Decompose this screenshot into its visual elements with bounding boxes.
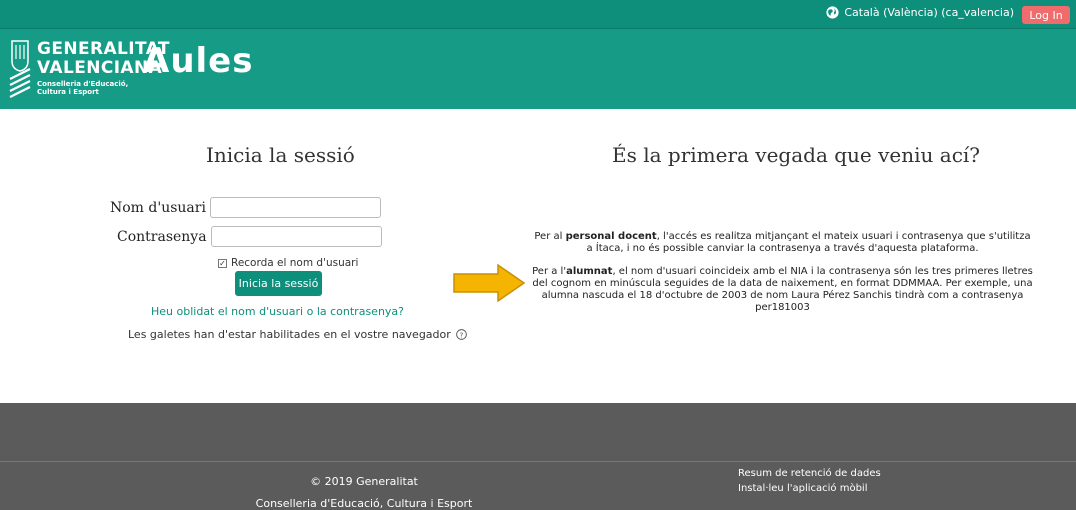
mobile-app-link[interactable]: Instal·leu l'aplicació mòbil xyxy=(738,483,867,494)
login-submit-button[interactable]: Inicia la sessió xyxy=(235,271,322,296)
footer-copyright: © 2019 Generalitat xyxy=(310,475,418,488)
org-sub-line1: Conselleria d'Educació, xyxy=(37,80,129,88)
arrow-right-icon xyxy=(453,263,526,303)
info-p2-pre: Per a l' xyxy=(532,266,567,277)
username-input[interactable] xyxy=(209,197,381,218)
info-p1-bold: personal docent xyxy=(565,231,657,242)
password-row: Contrasenya xyxy=(117,226,382,247)
login-button[interactable]: Log In xyxy=(1022,6,1070,24)
info-p1-pre: Per al xyxy=(534,231,566,242)
remember-label: Recorda el nom d'usuari xyxy=(231,257,359,269)
info-paragraph-teachers: Per al personal docent, l'accés es reali… xyxy=(530,231,1035,255)
info-p2-bold: alumnat xyxy=(566,266,613,277)
username-row: Nom d'usuari xyxy=(110,197,381,218)
username-label: Nom d'usuari xyxy=(110,199,206,216)
cookies-notice: Les galetes han d'estar habilitades en e… xyxy=(128,328,467,341)
top-navbar: Català (València) (ca_valencia) Log In xyxy=(0,0,1076,29)
help-icon[interactable]: ? xyxy=(455,329,467,340)
page-footer: © 2019 Generalitat Conselleria d'Educaci… xyxy=(0,403,1076,510)
svg-text:?: ? xyxy=(459,330,463,339)
login-title: Inicia la sessió xyxy=(206,143,355,167)
remember-username[interactable]: ✓ Recorda el nom d'usuari xyxy=(218,257,358,269)
first-time-title: És la primera vegada que veniu ací? xyxy=(612,143,981,167)
footer-divider xyxy=(0,461,1076,462)
cookies-text: Les galetes han d'estar habilitades en e… xyxy=(128,328,451,341)
globe-icon xyxy=(826,6,839,19)
forgot-password-link[interactable]: Heu oblidat el nom d'usuari o la contras… xyxy=(0,305,555,318)
footer-department: Conselleria d'Educació, Cultura i Esport xyxy=(255,497,473,510)
password-label: Contrasenya xyxy=(117,228,207,245)
org-sub-line2: Cultura i Esport xyxy=(37,88,99,96)
generalitat-shield-icon xyxy=(9,40,31,98)
checkbox-checked-icon[interactable]: ✓ xyxy=(218,258,227,268)
language-label: Català (València) (ca_valencia) xyxy=(844,6,1014,19)
language-menu[interactable]: Català (València) (ca_valencia) xyxy=(826,6,1014,19)
app-name: Aules xyxy=(143,41,254,81)
password-input[interactable] xyxy=(210,226,382,247)
data-retention-link[interactable]: Resum de retenció de dades xyxy=(738,468,881,479)
info-paragraph-students: Per a l'alumnat, el nom d'usuari coincid… xyxy=(530,266,1035,314)
header-banner: GENERALITAT VALENCIANA Conselleria d'Edu… xyxy=(0,29,1076,109)
